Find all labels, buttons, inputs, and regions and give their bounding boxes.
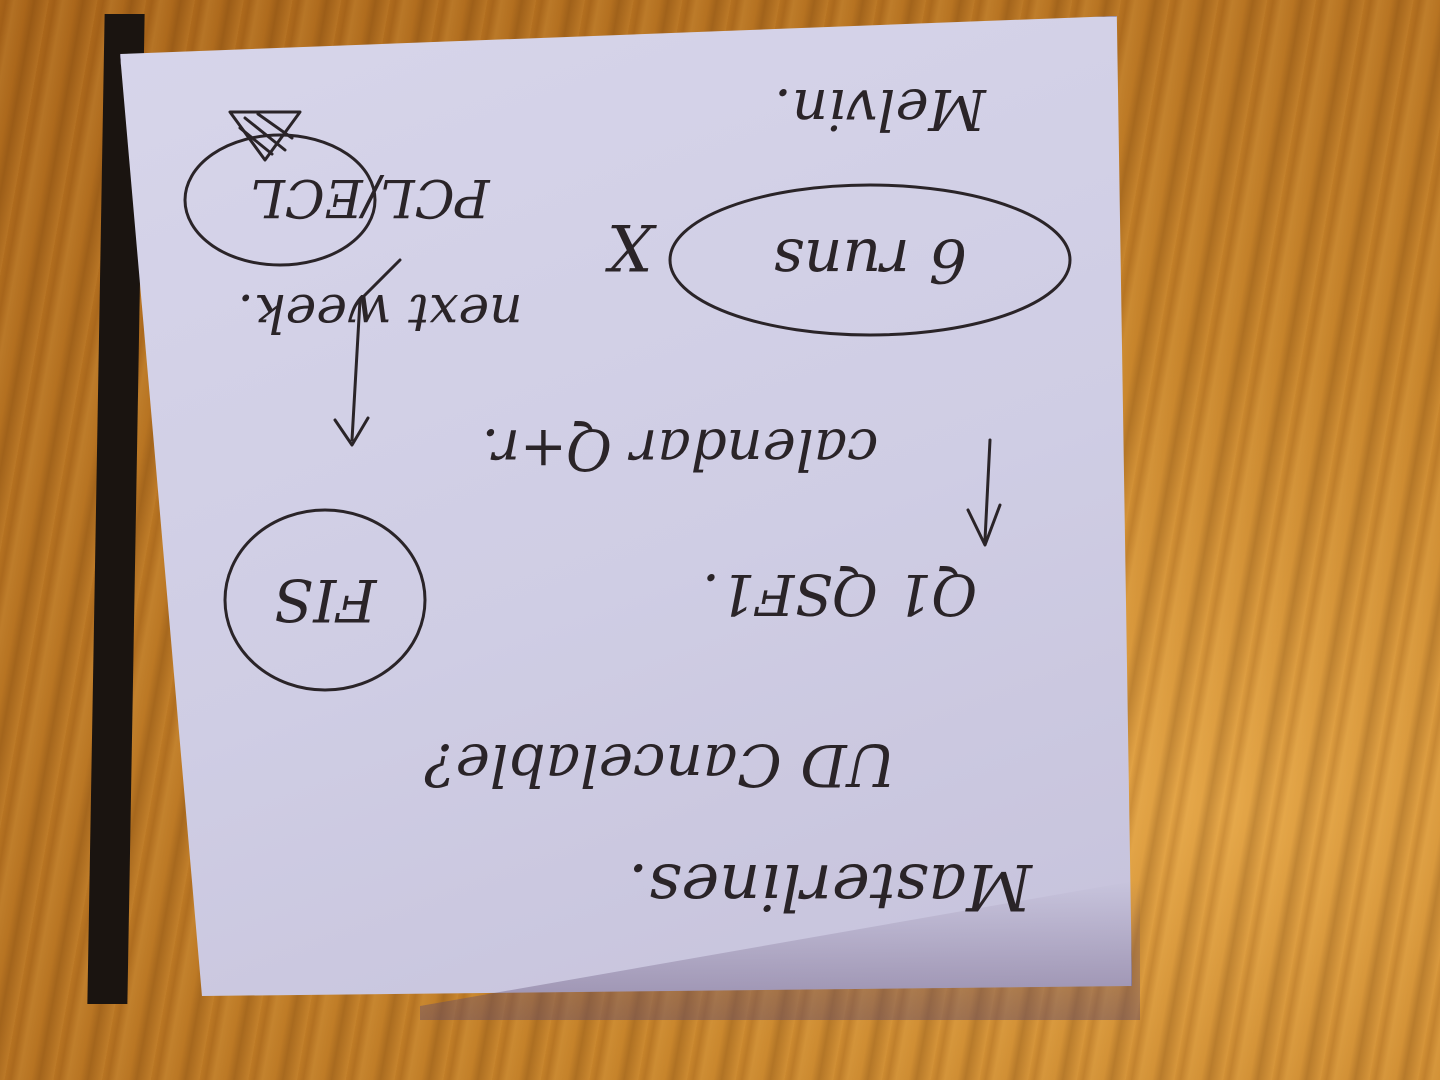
note-line-masterlines: Masterlines. (628, 849, 1033, 923)
handwriting-layer: Masterlines. UD Cancelable? Q1 QSF1. FIS… (183, 76, 1072, 923)
note-line-6-runs: 6 runs (773, 225, 967, 295)
note-line-melvin: Melvin. (774, 76, 987, 141)
note-line-q1-qsf1: Q1 QSF1. (702, 561, 978, 626)
note-line-calendar: calendar Q+r. (482, 416, 879, 481)
note-circled-fis: FIS (274, 566, 378, 634)
note-line-ud-cancelable: UD Cancelable? (424, 731, 896, 799)
photo-scene: Masterlines. UD Cancelable? Q1 QSF1. FIS… (0, 0, 1440, 1080)
arrow-icon (966, 438, 1002, 547)
note-circled-pcl-ecl: PCL/ECL (250, 167, 490, 227)
note-line-x: X (605, 209, 658, 283)
note-line-next-week: next week. (237, 282, 522, 342)
